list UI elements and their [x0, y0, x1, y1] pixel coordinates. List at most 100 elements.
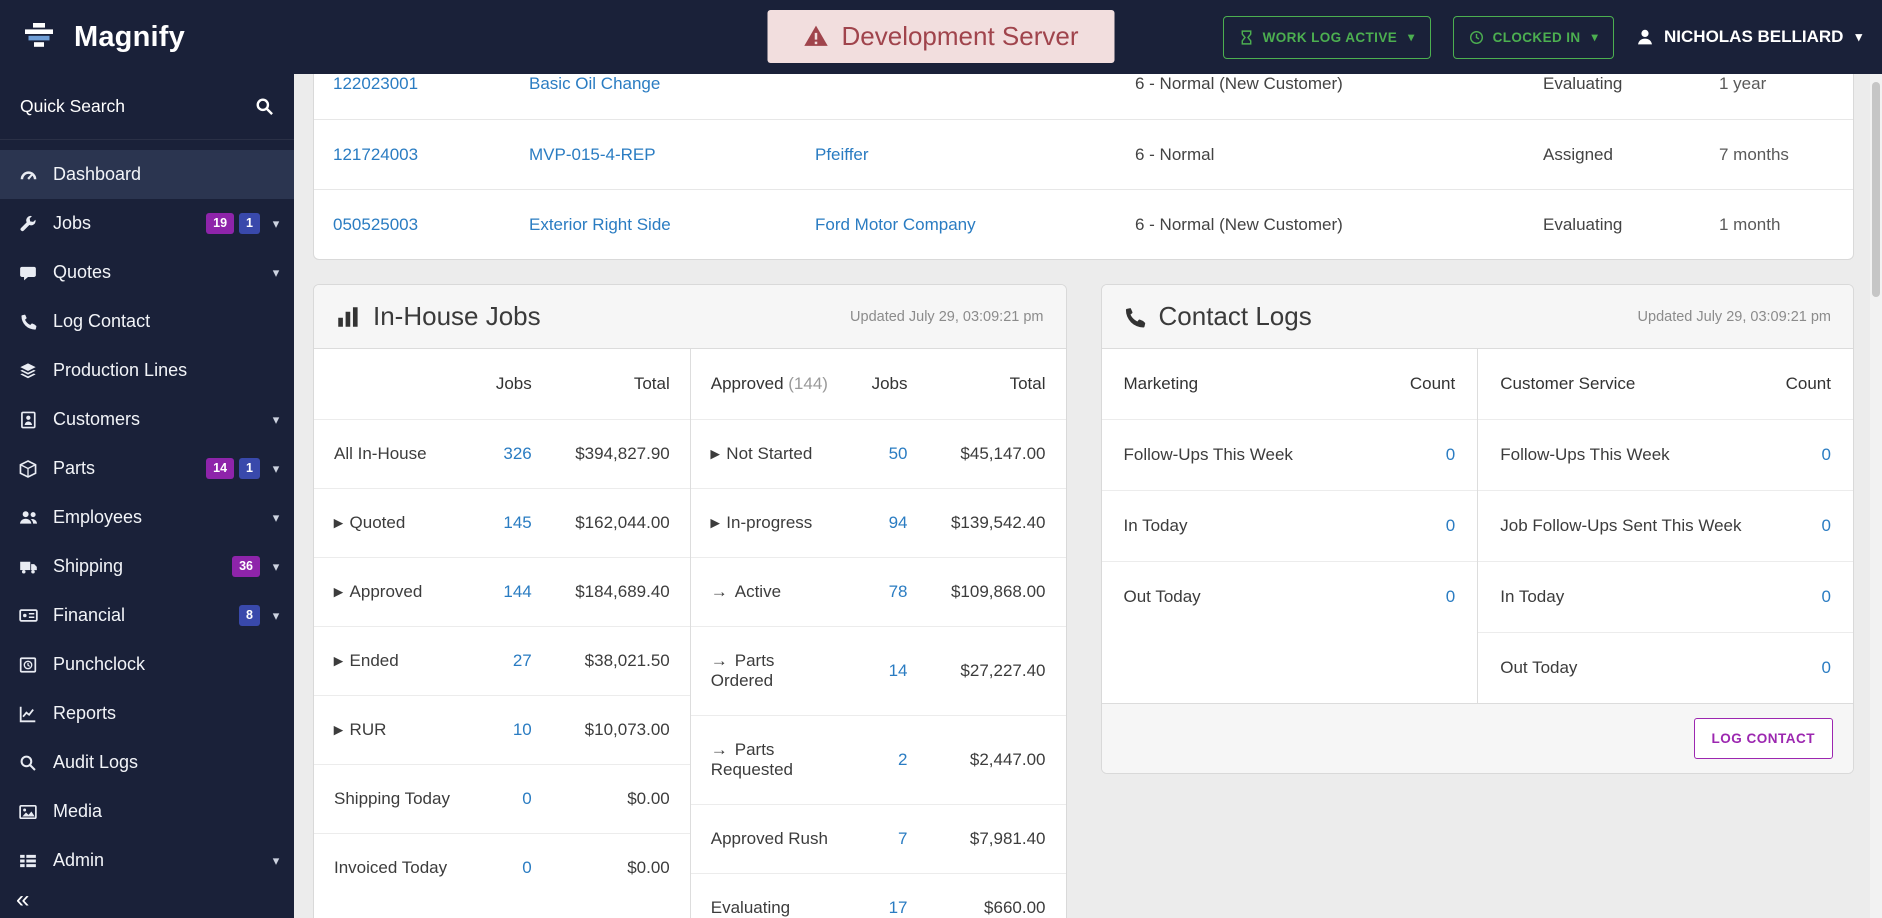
search-icon[interactable] — [255, 97, 274, 116]
box-icon — [16, 459, 40, 478]
hourglass-icon — [1239, 29, 1254, 45]
search-input[interactable] — [20, 96, 255, 117]
expand-caret-icon: ▸ — [334, 651, 343, 670]
jobs-count-link[interactable]: 50 — [846, 444, 908, 464]
stat-row: ▸ Quoted 145 $162,044.00 — [314, 488, 690, 557]
sidebar-item-label: Reports — [53, 703, 117, 723]
sidebar-item-label: Parts — [53, 458, 96, 478]
contact-count-link[interactable]: 0 — [1777, 516, 1831, 536]
dashboard-panels: In-House Jobs Updated July 29, 03:09:21 … — [313, 284, 1854, 918]
jobs-count-link[interactable]: 7 — [846, 829, 907, 849]
brand[interactable]: Magnify — [0, 19, 294, 55]
quick-search — [0, 74, 294, 140]
user-name: NICHOLAS BELLIARD — [1664, 27, 1844, 46]
main-content: 122023001 Basic Oil Change 6 - Normal (N… — [294, 74, 1882, 918]
jobs-count-link[interactable]: 17 — [846, 898, 908, 918]
clocked-in-button-label: CLOCKED IN — [1492, 29, 1581, 45]
jobs-count-link[interactable]: 2 — [846, 750, 907, 770]
stat-label[interactable]: ▸ Ended — [334, 651, 462, 671]
job-number-link[interactable]: 122023001 — [333, 74, 529, 94]
jobs-count-link[interactable]: 144 — [470, 582, 531, 602]
layers-icon — [16, 362, 40, 380]
jobs-count-link[interactable]: 0 — [470, 858, 531, 878]
status-cell: Evaluating — [1543, 74, 1623, 93]
expand-caret-icon: ▸ — [334, 582, 343, 601]
scrollbar-thumb[interactable] — [1872, 82, 1880, 297]
contact-count-link[interactable]: 0 — [1401, 587, 1455, 607]
sidebar-item-log-contact[interactable]: Log Contact — [0, 297, 294, 346]
table-row: 122023001 Basic Oil Change 6 - Normal (N… — [314, 74, 1853, 119]
parts-badge-primary: 14 — [206, 458, 235, 479]
jobs-table-panel: 122023001 Basic Oil Change 6 - Normal (N… — [313, 74, 1854, 260]
sidebar-item-customers[interactable]: Customers ▾ — [0, 395, 294, 444]
stat-label[interactable]: ▸ Quoted — [334, 513, 462, 533]
contact-count-link[interactable]: 0 — [1401, 445, 1455, 465]
chevron-down-icon: ▾ — [272, 852, 280, 868]
sidebar-item-production-lines[interactable]: Production Lines — [0, 346, 294, 395]
sidebar-item-admin[interactable]: Admin ▾ — [0, 836, 294, 885]
expand-caret-icon: ▸ — [710, 513, 720, 532]
parts-badge-secondary: 1 — [239, 458, 260, 479]
jobs-count-link[interactable]: 10 — [470, 720, 532, 740]
contact-count-link[interactable]: 0 — [1777, 587, 1831, 607]
topbar-actions: WORK LOG ACTIVE ▾ CLOCKED IN ▾ NICHOLAS … — [1222, 15, 1882, 59]
job-name-link[interactable]: Exterior Right Side — [529, 215, 815, 235]
total-cell: $45,147.00 — [960, 444, 1046, 463]
total-cell: $0.00 — [627, 789, 670, 808]
jobs-count-link[interactable]: 27 — [470, 651, 532, 671]
chevron-down-icon: ▾ — [272, 558, 280, 574]
stat-label[interactable]: ▸ Not Started — [711, 444, 838, 464]
jobs-count-link[interactable]: 14 — [846, 661, 908, 681]
jobs-column-header: Jobs — [871, 374, 908, 393]
sidebar-item-dashboard[interactable]: Dashboard — [0, 150, 294, 199]
contact-count-link[interactable]: 0 — [1777, 445, 1831, 465]
clocked-in-button[interactable]: CLOCKED IN ▾ — [1452, 15, 1615, 59]
updated-timestamp: Updated July 29, 03:09:21 pm — [850, 308, 1044, 325]
user-menu[interactable]: NICHOLAS BELLIARD ▾ — [1636, 27, 1862, 47]
contact-count-link[interactable]: 0 — [1401, 516, 1455, 536]
sidebar-item-financial[interactable]: Financial 8 ▾ — [0, 591, 294, 640]
sidebar-item-jobs[interactable]: Jobs 19 1 ▾ — [0, 199, 294, 248]
customer-link[interactable]: Pfeiffer — [815, 145, 1135, 165]
job-number-link[interactable]: 121724003 — [333, 145, 529, 165]
stat-label[interactable]: ▸ In-progress — [711, 513, 838, 533]
job-name-link[interactable]: MVP-015-4-REP — [529, 145, 815, 165]
sidebar-item-reports[interactable]: Reports — [0, 689, 294, 738]
bar-chart-icon — [336, 305, 360, 329]
stat-row: Approved Rush 7 $7,981.40 — [690, 804, 1066, 873]
contact-count-link[interactable]: 0 — [1777, 658, 1831, 678]
job-name-link[interactable]: Basic Oil Change — [529, 74, 815, 94]
total-cell: $0.00 — [627, 858, 670, 877]
sidebar-item-media[interactable]: Media — [0, 787, 294, 836]
jobs-count-link[interactable]: 145 — [470, 513, 531, 533]
dev-server-banner: Development Server — [767, 10, 1115, 63]
stat-label[interactable]: ▸ Approved — [334, 582, 462, 602]
sidebar-item-shipping[interactable]: Shipping 36 ▾ — [0, 542, 294, 591]
jobs-count-link[interactable]: 326 — [470, 444, 531, 464]
work-log-button[interactable]: WORK LOG ACTIVE ▾ — [1222, 15, 1431, 59]
priority-cell: 6 - Normal — [1135, 144, 1215, 164]
jobs-count-link[interactable]: 94 — [846, 513, 908, 533]
log-contact-button[interactable]: LOG CONTACT — [1693, 718, 1833, 759]
total-cell: $27,227.40 — [960, 661, 1046, 680]
scrollbar[interactable] — [1870, 74, 1882, 918]
magnify-logo-icon — [16, 19, 62, 55]
gauge-icon — [16, 165, 40, 184]
total-cell: $184,689.40 — [575, 582, 670, 601]
job-number-link[interactable]: 050525003 — [333, 215, 529, 235]
customer-link[interactable]: Ford Motor Company — [815, 215, 1135, 235]
sidebar-item-label: Quotes — [53, 262, 112, 282]
sidebar-item-employees[interactable]: Employees ▾ — [0, 493, 294, 542]
jobs-count-link[interactable]: 78 — [846, 582, 908, 602]
total-column-header: Total — [1009, 374, 1046, 393]
sidebar-item-quotes[interactable]: Quotes ▾ — [0, 248, 294, 297]
sidebar-item-audit-logs[interactable]: Audit Logs — [0, 738, 294, 787]
sidebar-collapse-button[interactable]: « — [16, 888, 29, 912]
jobs-count-link[interactable]: 0 — [470, 789, 531, 809]
sidebar-item-label: Media — [53, 801, 103, 821]
sidebar-item-parts[interactable]: Parts 14 1 ▾ — [0, 444, 294, 493]
in-house-approved-column: Approved (144) Jobs Total ▸ Not Started 5… — [689, 349, 1066, 918]
sidebar-item-punchclock[interactable]: Punchclock — [0, 640, 294, 689]
stat-label[interactable]: ▸ RUR — [334, 720, 462, 740]
stat-row: ▸ Ended 27 $38,021.50 — [314, 626, 690, 695]
